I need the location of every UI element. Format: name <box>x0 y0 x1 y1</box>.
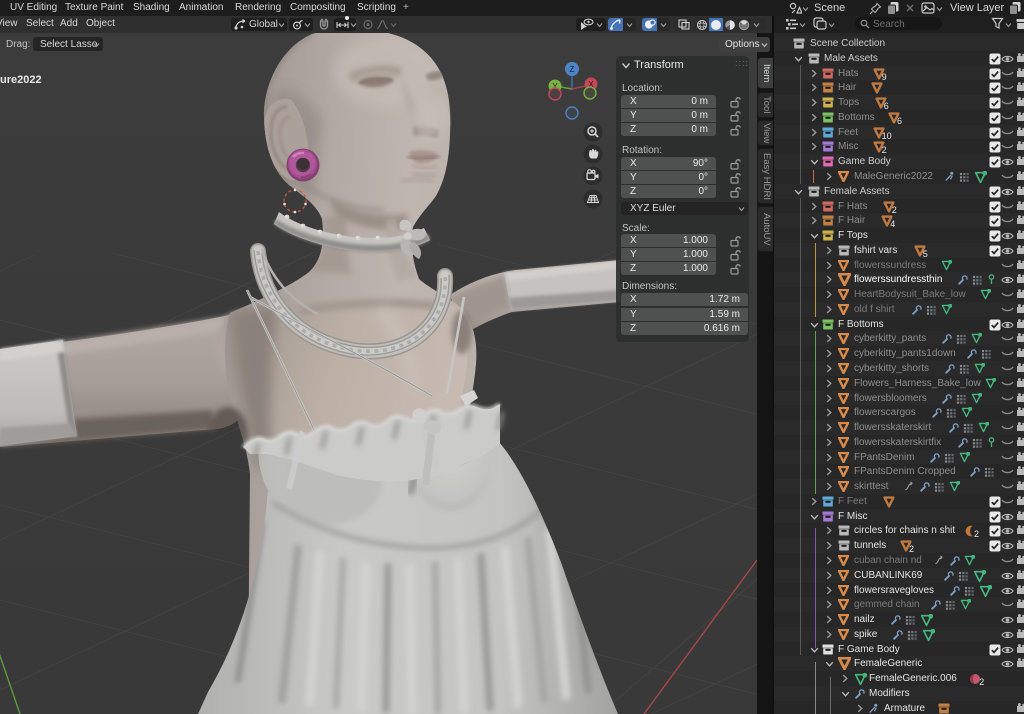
svg-text:Z: Z <box>570 65 575 74</box>
